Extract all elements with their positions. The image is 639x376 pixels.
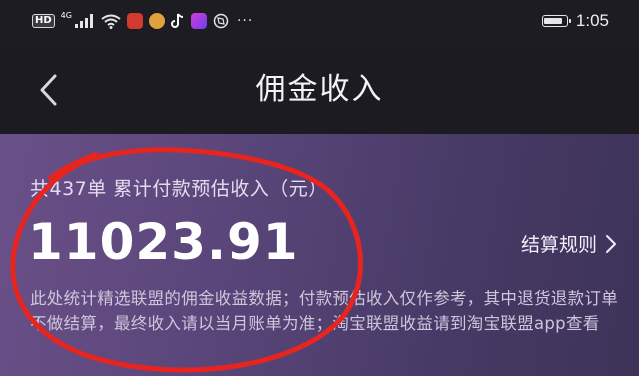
order-count-label: 共437单 累计付款预估收入（元） [30, 178, 328, 200]
commission-notice: 此处统计精选联盟的佣金收益数据；付款预估收入仅作参考，其中退货退款订单不做结算，… [30, 289, 618, 333]
app-icon-coin [148, 13, 165, 29]
video-app-icon [190, 13, 207, 29]
more-notifications-icon: ··· [236, 13, 254, 29]
status-left: HD 4G ··· [32, 10, 253, 32]
tiktok-icon [171, 13, 185, 29]
estimated-income-amount: 11023.91 [28, 213, 299, 271]
app-icon-weibo [126, 13, 143, 29]
settlement-rules-link[interactable]: 结算规则 [521, 230, 617, 257]
hd-badge: HD [32, 14, 55, 28]
chevron-right-icon [606, 234, 616, 253]
network-type: 4G [60, 11, 72, 20]
clock: 1:05 [575, 11, 609, 30]
status-bar: HD 4G ··· 1:05 [0, 0, 639, 44]
battery-icon [541, 15, 571, 27]
commission-summary-card: 共437单 累计付款预估收入（元） 11023.91 结算规则 此处统计精选联盟… [0, 134, 639, 376]
status-right: 1:05 [541, 9, 609, 33]
page-title: 佣金收入 [255, 72, 384, 107]
battery-level [544, 17, 563, 24]
signal-icon [74, 14, 95, 28]
wifi-icon [101, 14, 121, 29]
browser-icon [213, 13, 229, 29]
title-bar: 佣金收入 [0, 44, 639, 134]
settlement-rules-label: 结算规则 [520, 234, 597, 256]
